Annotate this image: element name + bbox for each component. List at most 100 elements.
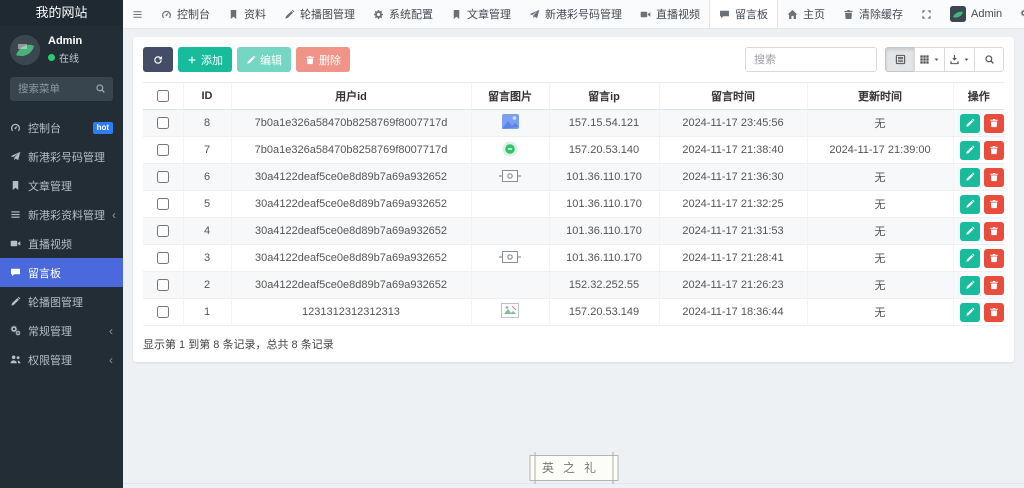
nav-item-live-video[interactable]: 直播视频 [631,0,709,28]
row-delete-button[interactable] [984,249,1004,268]
trash-icon [989,172,999,182]
export-dropdown-button[interactable] [944,47,975,72]
row-checkbox[interactable] [157,144,169,156]
nav-item-article[interactable]: 文章管理 [442,0,520,28]
row-delete-button[interactable] [984,168,1004,187]
row-edit-button[interactable] [960,141,980,160]
add-button[interactable]: 添加 [178,47,232,72]
delete-button[interactable]: 删除 [296,47,350,72]
row-delete-button[interactable] [984,141,1004,160]
search-button[interactable] [974,47,1004,72]
row-edit-button[interactable] [960,114,980,133]
row-delete-button[interactable] [984,195,1004,214]
card-view-toggle-button[interactable] [885,47,915,72]
row-edit-button[interactable] [960,276,980,295]
cell-message-image [471,110,549,137]
nav-item-message-board[interactable]: 留言板 [709,0,778,28]
trash-icon [989,253,999,263]
pencilW-icon [965,280,975,290]
sidebar-item-message-board[interactable]: 留言板 [0,258,123,287]
row-checkbox[interactable] [157,252,169,264]
row-checkbox[interactable] [157,171,169,183]
row-edit-button[interactable] [960,303,980,322]
pencilW-icon [965,118,975,128]
edit-button[interactable]: 编辑 [237,47,291,72]
row-delete-button[interactable] [984,222,1004,241]
sidebar-item-live-video[interactable]: 直播视频 [0,229,123,258]
avatar-image [10,35,40,65]
row-checkbox[interactable] [157,225,169,237]
sidebar-toggle-button[interactable] [123,0,152,28]
cell-message-time: 2024-11-17 21:31:53 [659,218,807,245]
row-checkbox[interactable] [157,306,169,318]
app-root: 我的网站 Admin 在线 控制台hot [0,0,1024,488]
cell-updated-time: 无 [807,272,953,299]
cell-id: 2 [183,272,231,299]
sidebar-item-dashboard[interactable]: 控制台hot [0,113,123,142]
sidebar-item-label: 新港彩号码管理 [28,149,105,165]
sidebar-item-lottery-data[interactable]: 新港彩资料管理‹ [0,200,123,229]
trash-icon [989,118,999,128]
row-delete-button[interactable] [984,276,1004,295]
nav-item-lottery-number[interactable]: 新港彩号码管理 [520,0,631,28]
row-checkbox[interactable] [157,117,169,129]
sidebar: 我的网站 Admin 在线 控制台hot [0,0,123,488]
row-edit-button[interactable] [960,195,980,214]
nav-item-carousel[interactable]: 轮播图管理 [275,0,364,28]
row-checkbox[interactable] [157,198,169,210]
clear-cache-button[interactable]: 清除缓存 [834,0,912,28]
online-dot-icon [48,54,55,61]
column-header-updated: 更新时间 [807,83,953,110]
table-row[interactable]: 230a4122deaf5ce0e8d89b7a69a932652152.32.… [143,272,1004,299]
cell-message-ip: 157.20.53.140 [549,137,659,164]
sidebar-item-permission[interactable]: 权限管理‹ [0,345,123,374]
row-edit-button[interactable] [960,222,980,241]
table-row[interactable]: 77b0a1e326a58470b8258769f8007717d157.20.… [143,137,1004,164]
cell-message-ip: 152.32.252.55 [549,272,659,299]
columns-dropdown-button[interactable] [914,47,945,72]
table-row[interactable]: 330a4122deaf5ce0e8d89b7a69a932652101.36.… [143,245,1004,272]
sidebar-item-lottery-number[interactable]: 新港彩号码管理 [0,142,123,171]
nav-item-system-config[interactable]: 系统配置 [364,0,442,28]
users-icon [10,354,21,365]
cell-message-image [471,164,549,191]
table-row[interactable]: 530a4122deaf5ce0e8d89b7a69a932652101.36.… [143,191,1004,218]
row-select-cell [143,299,183,326]
sidebar-item-label: 留言板 [28,265,61,281]
nav-item-label: 轮播图管理 [300,6,355,22]
nav-item-dashboard[interactable]: 控制台 [152,0,219,28]
row-select-cell [143,110,183,137]
row-checkbox[interactable] [157,279,169,291]
sidebar-item-label: 常规管理 [28,323,72,339]
sidebar-item-article[interactable]: 文章管理 [0,171,123,200]
table-search-input[interactable] [745,47,877,72]
cell-id: 1 [183,299,231,326]
row-delete-button[interactable] [984,114,1004,133]
table-row[interactable]: 430a4122deaf5ce0e8d89b7a69a932652101.36.… [143,218,1004,245]
row-select-cell [143,137,183,164]
row-delete-button[interactable] [984,303,1004,322]
table-row[interactable]: 87b0a1e326a58470b8258769f8007717d157.15.… [143,110,1004,137]
pencilW-icon [965,226,975,236]
home-link[interactable]: 主页 [778,0,834,28]
fullscreen-button[interactable] [912,0,941,28]
nav-item-label: 新港彩号码管理 [545,6,622,22]
row-edit-button[interactable] [960,168,980,187]
cell-id: 5 [183,191,231,218]
settings-button[interactable] [1011,0,1024,28]
nav-item-data[interactable]: 资料 [219,0,275,28]
trash-icon [989,307,999,317]
sidebar-item-carousel[interactable]: 轮播图管理 [0,287,123,316]
sidebar-item-general[interactable]: 常规管理‹ [0,316,123,345]
table-row[interactable]: 630a4122deaf5ce0e8d89b7a69a932652101.36.… [143,164,1004,191]
pencilW-icon [965,307,975,317]
user-menu[interactable]: Admin [941,0,1011,28]
pencil-icon [284,9,295,20]
table-row[interactable]: 11231312312312313157.20.53.1492024-11-17… [143,299,1004,326]
cell-updated-time: 无 [807,164,953,191]
user-status-label: 在线 [59,50,79,65]
refresh-button[interactable] [143,47,173,72]
cell-message-ip: 157.20.53.149 [549,299,659,326]
row-edit-button[interactable] [960,249,980,268]
select-all-checkbox[interactable] [157,90,169,102]
